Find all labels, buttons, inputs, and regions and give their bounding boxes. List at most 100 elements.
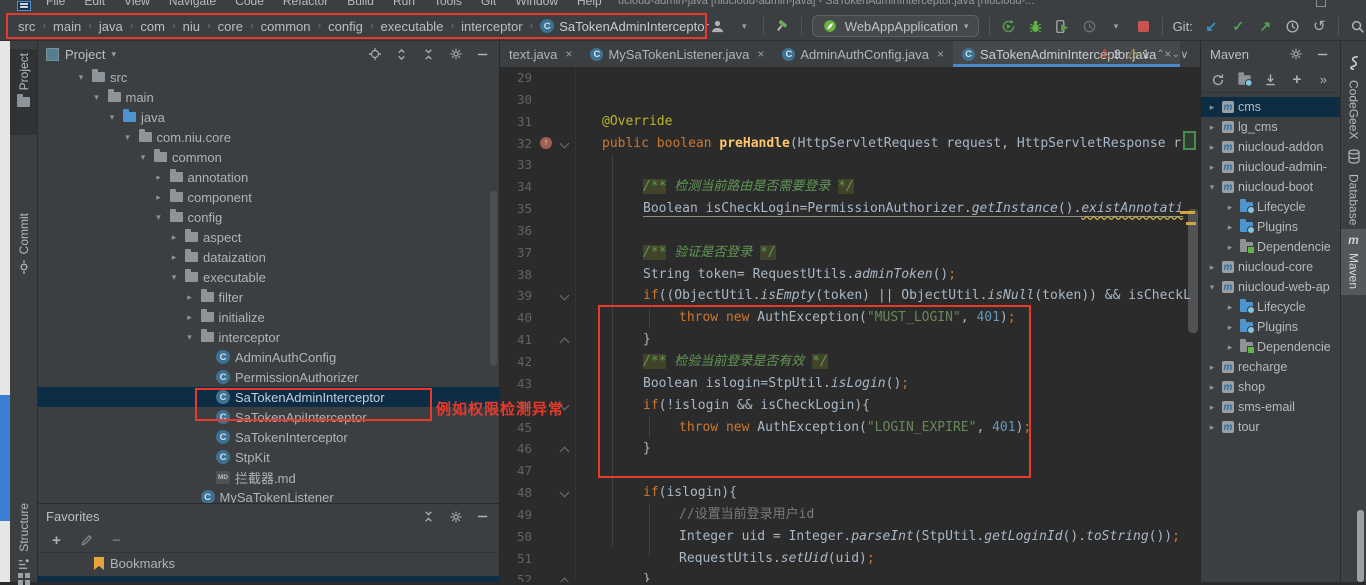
- tree-chevron-icon[interactable]: ▸: [153, 172, 165, 183]
- git-update-icon[interactable]: ↙: [1203, 18, 1220, 35]
- tree-item-com-niu-core[interactable]: ▾com.niu.core: [38, 127, 499, 147]
- maven-item-dependencie[interactable]: ▸Dependencie: [1201, 337, 1340, 357]
- breadcrumb-item-common[interactable]: common: [261, 19, 311, 34]
- stripe-tab-database[interactable]: Database: [1341, 145, 1366, 217]
- tree-chevron-icon[interactable]: ▸: [1206, 162, 1218, 173]
- right-scrollbar[interactable]: [1357, 510, 1364, 582]
- tree-item-satokenadmininterceptor[interactable]: CSaTokenAdminInterceptor: [38, 387, 499, 407]
- window-button[interactable]: [1316, 0, 1326, 7]
- dropdown-arrow[interactable]: ▾: [736, 18, 753, 35]
- stripe-tab-commit[interactable]: Commit: [10, 209, 37, 285]
- tree-chevron-icon[interactable]: ▸: [1206, 262, 1218, 273]
- stripe-tab-maven[interactable]: mMaven: [1341, 229, 1366, 295]
- breadcrumb-item-niu[interactable]: niu: [183, 19, 200, 34]
- maven-item-cms[interactable]: ▸mcms: [1201, 97, 1340, 117]
- edit-icon[interactable]: [78, 532, 95, 549]
- tree-chevron-icon[interactable]: ▾: [1206, 282, 1218, 293]
- fold-open-icon[interactable]: [560, 291, 570, 301]
- menu-item-tools[interactable]: Tools: [434, 0, 462, 8]
- locate-icon[interactable]: [366, 46, 383, 63]
- menu-item-code[interactable]: Code: [235, 0, 264, 8]
- breadcrumb-item-com[interactable]: com: [140, 19, 165, 34]
- hammer-icon[interactable]: [774, 18, 791, 35]
- tab-mysatokenlistener-java[interactable]: CMySaTokenListener.java×: [581, 41, 773, 67]
- project-scrollbar[interactable]: [490, 191, 497, 366]
- menu-item-git[interactable]: Git: [481, 0, 496, 8]
- hide-icon[interactable]: [474, 508, 491, 525]
- coverage-icon[interactable]: [1054, 18, 1071, 35]
- breadcrumb-item-java[interactable]: java: [99, 19, 123, 34]
- maven-item-niucloud-admin[interactable]: ▸mniucloud-admin-: [1201, 157, 1340, 177]
- rollback-icon[interactable]: ↺: [1311, 18, 1328, 35]
- tree-item-config[interactable]: ▾config: [38, 207, 499, 227]
- favorites-item-bookmarks[interactable]: Bookmarks: [38, 553, 499, 574]
- tree-item-annotation[interactable]: ▸annotation: [38, 167, 499, 187]
- tree-item-filter[interactable]: ▸filter: [38, 287, 499, 307]
- run-configuration-select[interactable]: WebAppApplication▾: [812, 15, 979, 37]
- menu-item-file[interactable]: File: [46, 0, 65, 8]
- tree-chevron-icon[interactable]: ▾: [137, 152, 149, 163]
- inspection-widget[interactable]: ⚠ 2 ⚠ 1 ⌃ ⌄: [1099, 46, 1180, 62]
- git-commit-icon[interactable]: ✓: [1230, 18, 1247, 35]
- tree-item-adminauthconfig[interactable]: CAdminAuthConfig: [38, 347, 499, 367]
- menu-item-edit[interactable]: Edit: [84, 0, 105, 8]
- generate-sources-icon[interactable]: [1236, 71, 1251, 88]
- maven-item-niucloud-core[interactable]: ▸mniucloud-core: [1201, 257, 1340, 277]
- add-icon[interactable]: +: [1289, 71, 1304, 88]
- overriding-method-icon[interactable]: ↑: [540, 137, 552, 149]
- user-icon[interactable]: [709, 18, 726, 35]
- maven-item-shop[interactable]: ▸mshop: [1201, 377, 1340, 397]
- maven-item-tour[interactable]: ▸mtour: [1201, 417, 1340, 437]
- history-icon[interactable]: [1284, 18, 1301, 35]
- menu-item-help[interactable]: Help: [577, 0, 602, 8]
- editor-scrollbar[interactable]: [1188, 209, 1198, 333]
- tree-item-src[interactable]: ▾src: [38, 67, 499, 87]
- close-icon[interactable]: ×: [937, 47, 944, 61]
- maven-item-sms-email[interactable]: ▸msms-email: [1201, 397, 1340, 417]
- tree-chevron-icon[interactable]: ▸: [1206, 362, 1218, 373]
- hide-icon[interactable]: [1314, 46, 1331, 63]
- code-editor[interactable]: 293031@Override32↑public boolean preHand…: [500, 67, 1200, 582]
- settings-icon[interactable]: [447, 508, 464, 525]
- expand-all-icon[interactable]: [393, 46, 410, 63]
- tree-item-common[interactable]: ▾common: [38, 147, 499, 167]
- refresh-icon[interactable]: [1210, 71, 1225, 88]
- prev-warning-icon[interactable]: ⌃: [1156, 49, 1164, 60]
- rerun-icon[interactable]: [1000, 18, 1017, 35]
- git-push-icon[interactable]: ↗: [1257, 18, 1274, 35]
- tree-chevron-icon[interactable]: ▸: [168, 252, 180, 263]
- menu-item-run[interactable]: Run: [393, 0, 415, 8]
- dropdown-arrow[interactable]: ▾: [1108, 18, 1125, 35]
- tree-chevron-icon[interactable]: ▸: [168, 232, 180, 243]
- tab-text-java[interactable]: text.java×: [500, 41, 581, 67]
- maven-item-niucloud-web-ap[interactable]: ▾mniucloud-web-ap: [1201, 277, 1340, 297]
- tree-item-permissionauthorizer[interactable]: CPermissionAuthorizer: [38, 367, 499, 387]
- breadcrumb-item-main[interactable]: main: [53, 19, 81, 34]
- next-warning-icon[interactable]: ⌄: [1172, 49, 1180, 60]
- breadcrumb-item-executable[interactable]: executable: [381, 19, 444, 34]
- more-icon[interactable]: »: [1316, 71, 1331, 88]
- tree-item-md[interactable]: MD拦截器.md: [38, 467, 499, 487]
- fold-end-icon[interactable]: [560, 447, 570, 457]
- close-icon[interactable]: ×: [757, 47, 764, 61]
- breadcrumb-item-class[interactable]: CSaTokenAdminInterceptor: [540, 19, 709, 34]
- stop-icon[interactable]: [1135, 18, 1152, 35]
- tree-item-dataization[interactable]: ▸dataization: [38, 247, 499, 267]
- breadcrumb-item-interceptor[interactable]: interceptor: [461, 19, 522, 34]
- tree-chevron-icon[interactable]: ▾: [184, 332, 196, 343]
- tree-item-aspect[interactable]: ▸aspect: [38, 227, 499, 247]
- settings-icon[interactable]: [1287, 46, 1304, 63]
- fold-open-icon[interactable]: [560, 138, 570, 148]
- tree-chevron-icon[interactable]: ▸: [1224, 342, 1236, 353]
- maven-item-lifecycle[interactable]: ▸Lifecycle: [1201, 197, 1340, 217]
- menu-item-refactor[interactable]: Refactor: [283, 0, 328, 8]
- tree-chevron-icon[interactable]: ▸: [1206, 402, 1218, 413]
- tree-chevron-icon[interactable]: ▸: [1224, 302, 1236, 313]
- window-switcher-icon[interactable]: [18, 565, 30, 585]
- maven-item-niucloud-boot[interactable]: ▾mniucloud-boot: [1201, 177, 1340, 197]
- tree-item-initialize[interactable]: ▸initialize: [38, 307, 499, 327]
- tree-chevron-icon[interactable]: ▸: [1224, 322, 1236, 333]
- fold-open-icon[interactable]: [560, 488, 570, 498]
- tree-chevron-icon[interactable]: ▾: [106, 112, 118, 123]
- add-icon[interactable]: +: [48, 532, 65, 549]
